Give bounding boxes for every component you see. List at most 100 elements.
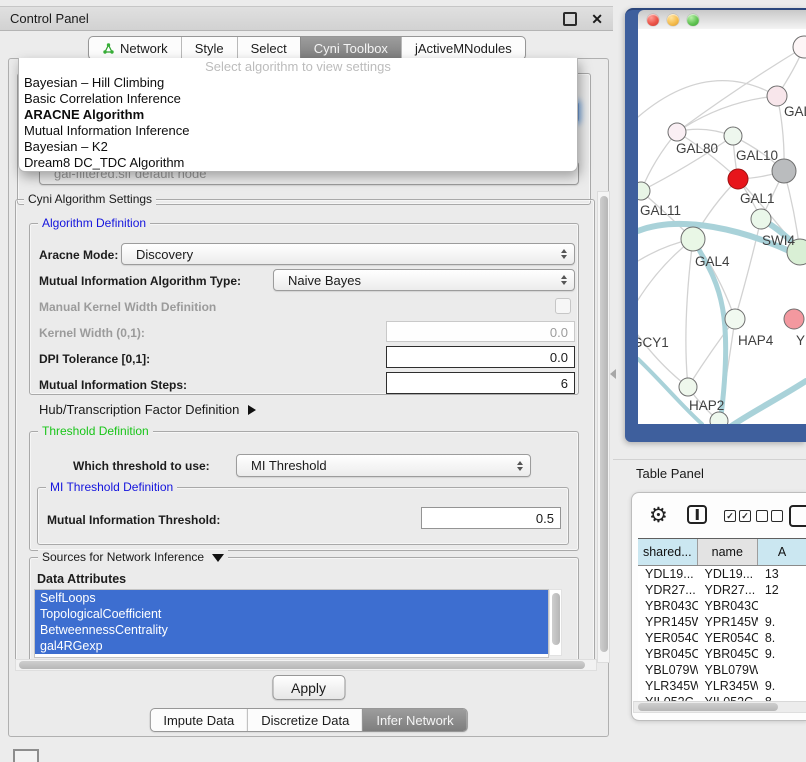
scrollbar-thumb[interactable] [600,196,608,652]
mi-threshold-label: Mutual Information Threshold: [47,513,220,527]
tab-impute-data[interactable]: Impute Data [150,709,247,731]
network-edge-highlighted[interactable] [730,381,806,424]
manual-kernel-width-checkbox[interactable] [555,298,571,314]
attributes-list-scrollbar[interactable] [549,589,562,656]
network-node[interactable] [710,412,728,424]
dropdown-item[interactable]: Basic Correlation Inference [19,91,577,107]
network-node-hap2[interactable] [679,378,697,396]
close-icon[interactable]: ✕ [591,14,603,24]
settings-vertical-scrollbar[interactable] [597,191,610,663]
network-node-gal4[interactable] [681,227,705,251]
apply-button[interactable]: Apply [272,675,345,700]
table-cell: YBR043C [698,598,758,614]
dropdown-item[interactable]: Bayesian – Hill Climbing [19,75,577,91]
node-label: GAL1 [740,191,775,206]
window-resize-grip[interactable] [13,749,39,762]
float-icon[interactable] [563,12,577,26]
zoom-window-icon[interactable] [687,14,699,26]
tab-discretize-data[interactable]: Discretize Data [247,709,362,731]
network-edge[interactable] [686,239,693,387]
data-attributes-list: SelfLoopsTopologicalCoefficientBetweenne… [34,589,549,658]
dropdown-item[interactable]: Mutual Information Inference [19,123,577,139]
close-window-icon[interactable] [647,14,659,26]
settings-horizontal-scrollbar[interactable] [15,659,597,671]
table-cell: 9. [758,614,806,630]
network-node-gal10[interactable] [724,127,742,145]
table-cell: 8. [758,630,806,646]
select-all-icon[interactable]: ✓✓ [724,510,751,522]
minimize-window-icon[interactable] [667,14,679,26]
table-row[interactable]: YPR145WYPR145W9. [638,614,806,630]
tab-network[interactable]: Network [89,37,181,59]
tab-jactivemnodules[interactable]: jActiveMNodules [401,37,525,59]
split-pane-collapse-icon[interactable] [610,369,616,379]
tab-select[interactable]: Select [237,37,300,59]
table-row[interactable]: YDL19...YDL19...13 [638,566,806,582]
dropdown-placeholder: Select algorithm to view settings [19,59,577,75]
table-row[interactable]: YDR27...YDR27...12 [638,582,806,598]
dropdown-item[interactable]: Dream8 DC_TDC Algorithm [19,155,577,171]
table-cell: YBR043C [638,598,698,614]
attribute-item[interactable]: gal4RGexp [35,638,548,654]
table-horizontal-scrollbar[interactable] [633,701,806,713]
sources-group-title[interactable]: Sources for Network Inference [38,550,228,564]
table-panel-title: Table Panel [636,466,704,481]
control-panel-title: Control Panel [10,11,563,26]
network-node-swi4[interactable] [751,209,771,229]
attribute-item[interactable]: BetweennessCentrality [35,622,548,638]
tab-label: Infer Network [376,713,453,728]
hub-definition-toggle[interactable]: Hub/Transcription Factor Definition [39,402,256,417]
scrollbar-thumb[interactable] [638,703,778,711]
table-row[interactable]: YBR043CYBR043C [638,598,806,614]
network-edge[interactable] [677,96,777,132]
network-edge[interactable] [638,239,693,319]
network-node-gal80[interactable] [668,123,686,141]
table-row[interactable]: YLR345WYLR345W9. [638,678,806,694]
dropdown-item[interactable]: Bayesian – K2 [19,139,577,155]
sheet-icon[interactable] [789,505,806,527]
mi-threshold-field[interactable]: 0.5 [421,507,561,529]
network-node-y[interactable] [784,309,804,329]
aracne-mode-value: Discovery [136,247,193,262]
table-toolbar: ⚙ ✓✓ [632,505,806,531]
aracne-mode-combobox[interactable]: Discovery [121,243,575,265]
network-node-gal1[interactable] [728,169,748,189]
deselect-all-icon[interactable] [756,510,783,522]
column-header-shared[interactable]: shared... [638,539,698,565]
table-cell: YPR145W [698,614,758,630]
dropdown-item[interactable]: ARACNE Algorithm [19,107,577,123]
table-cell: YDL19... [698,566,758,582]
attribute-item[interactable]: SelfLoops [35,590,548,606]
network-node-hap4[interactable] [725,309,745,329]
application-window: Control Panel ✕ NetworkStyleSelectCyni T… [0,0,806,762]
network-window-titlebar[interactable] [638,10,806,29]
column-header-a[interactable]: A [758,539,806,565]
tab-infer-network[interactable]: Infer Network [362,709,466,731]
table-row[interactable]: YBR045CYBR045C9. [638,646,806,662]
network-canvas[interactable]: GALGAL80GAL10GAL1GAL11SWI4GAL4GCY1HAP4YH… [638,29,806,424]
table-cell: YPR145W [638,614,698,630]
which-threshold-value: MI Threshold [251,458,327,473]
attribute-item[interactable]: TopologicalCoefficient [35,606,548,622]
dpi-tolerance-field[interactable]: 0.0 [386,346,575,368]
table-cell: YLR345W [638,678,698,694]
network-node[interactable] [793,36,806,58]
tab-cyni-toolbox[interactable]: Cyni Toolbox [300,37,401,59]
control-panel-tabbar: NetworkStyleSelectCyni ToolboxjActiveMNo… [88,36,526,60]
kernel-width-field[interactable]: 0.0 [386,321,575,342]
which-threshold-combobox[interactable]: MI Threshold [236,454,531,477]
gear-icon[interactable]: ⚙ [649,505,668,527]
combo-arrows-icon [561,249,567,259]
table-row[interactable]: YBL079WYBL079W [638,662,806,678]
tab-style[interactable]: Style [181,37,237,59]
network-node-gal[interactable] [767,86,787,106]
scrollbar-thumb[interactable] [552,593,560,645]
column-header-name[interactable]: name [698,539,758,565]
mi-algorithm-type-combobox[interactable]: Naive Bayes [273,269,575,291]
network-edge[interactable] [638,319,688,387]
scrollbar-thumb[interactable] [19,661,585,669]
table-cell: YER054C [698,630,758,646]
columns-icon[interactable] [687,505,707,524]
table-row[interactable]: YER054CYER054C8. [638,630,806,646]
mi-steps-field[interactable]: 6 [386,372,575,394]
